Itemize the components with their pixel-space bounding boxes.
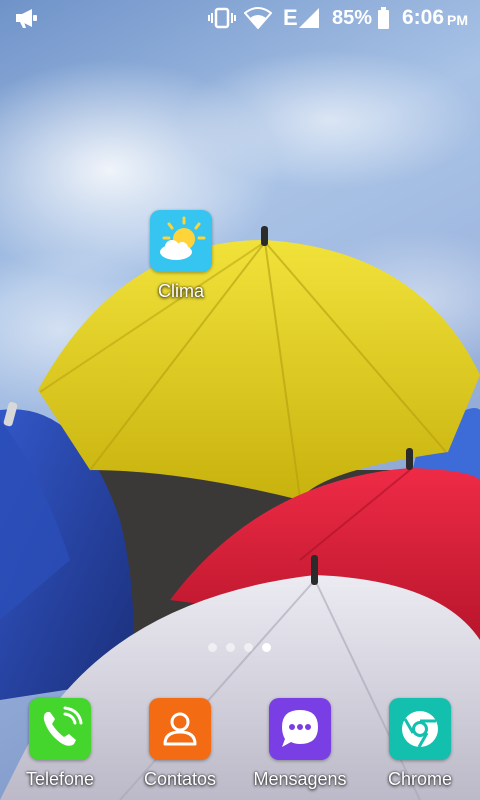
wifi-icon — [244, 0, 272, 36]
status-bar: E 85% 6:06 PM — [0, 0, 480, 36]
app-label: Contatos — [143, 769, 217, 789]
app-clima[interactable]: Clima — [126, 210, 236, 302]
vibrate-icon — [208, 0, 236, 36]
battery-icon — [377, 0, 390, 36]
network-type: E — [283, 5, 298, 30]
app-label: Chrome — [387, 769, 453, 789]
dock-app-contatos[interactable]: Contatos — [125, 698, 235, 790]
page-dot[interactable] — [244, 643, 253, 652]
page-indicator — [0, 642, 480, 654]
signal-icon — [298, 0, 320, 36]
clock: 6:06 PM — [402, 6, 469, 29]
wallpaper — [0, 0, 480, 800]
notification-megaphone-icon — [14, 0, 40, 36]
messages-icon — [269, 698, 331, 760]
dock-app-telefone[interactable]: Telefone — [5, 698, 115, 790]
phone-icon — [29, 698, 91, 760]
dock-app-mensagens[interactable]: Mensagens — [245, 698, 355, 790]
dock-app-chrome[interactable]: Chrome — [365, 698, 475, 790]
app-label: Telefone — [25, 769, 95, 789]
chrome-icon — [389, 698, 451, 760]
page-dot[interactable] — [226, 643, 235, 652]
app-label: Clima — [157, 281, 204, 301]
app-label: Mensagens — [253, 769, 347, 789]
page-dot[interactable] — [208, 643, 217, 652]
weather-icon — [150, 210, 212, 272]
battery-percent: 85% — [332, 6, 373, 29]
page-dot-active[interactable] — [262, 643, 271, 652]
contacts-icon — [149, 698, 211, 760]
